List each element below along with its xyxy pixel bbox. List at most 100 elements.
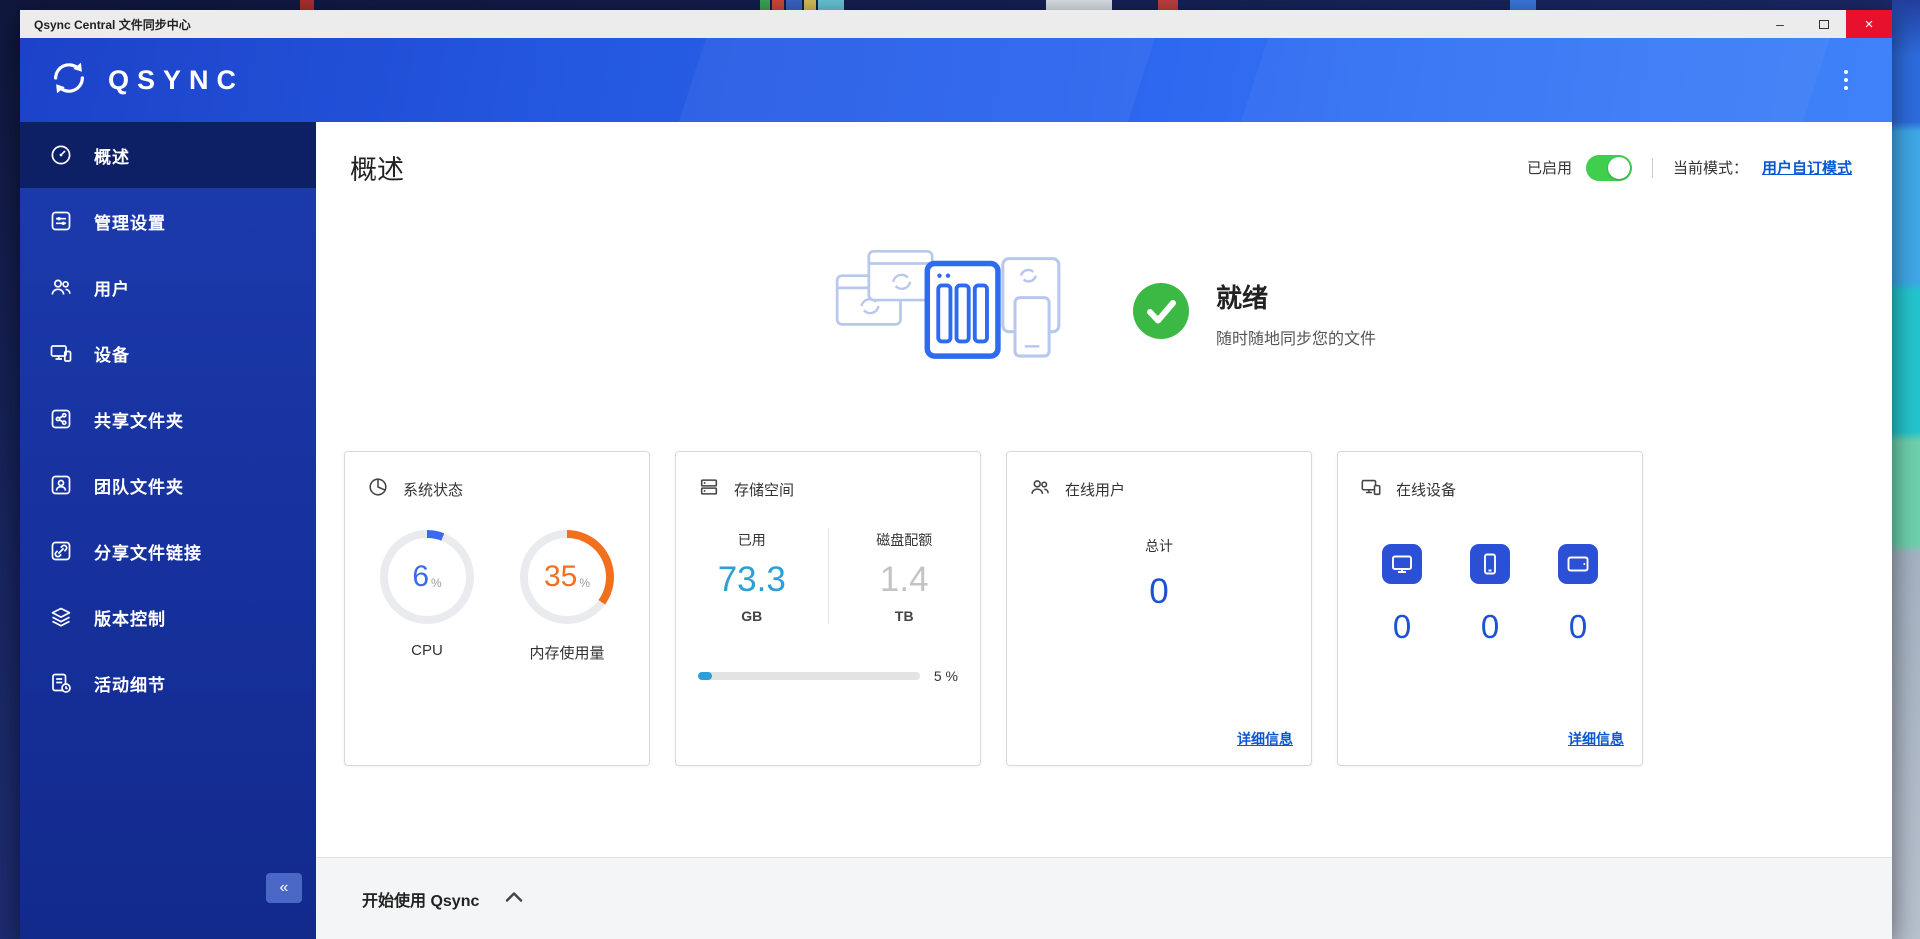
- storage-quota: 磁盘配额 1.4 TB: [828, 528, 981, 624]
- divider: [1652, 158, 1653, 178]
- wallpaper-fragment: [760, 0, 770, 10]
- card-title: 系统状态: [403, 479, 463, 500]
- more-options-button[interactable]: [1828, 70, 1864, 90]
- progress-track: [698, 672, 920, 680]
- phone-icon: [1470, 544, 1510, 584]
- progress-fill: [698, 672, 712, 680]
- app-name: QSYNC: [108, 65, 244, 96]
- sidebar-item-activity-details[interactable]: 活动细节: [20, 650, 316, 716]
- used-value: 73.3: [676, 560, 828, 600]
- overview-cards: 系统状态 6 % CPU: [344, 451, 1852, 766]
- online-users-card: 在线用户 总计 0 详细信息: [1006, 451, 1312, 766]
- window-controls: – ×: [1758, 10, 1892, 38]
- wallpaper-fragment: [818, 0, 844, 10]
- computer-count-column: 0: [1380, 544, 1424, 646]
- sidebar-item-management-settings[interactable]: 管理设置: [20, 188, 316, 254]
- hero-section: 就绪 随时随地同步您的文件: [344, 229, 1852, 397]
- phone-count-column: 0: [1468, 544, 1512, 646]
- sidebar-item-overview[interactable]: 概述: [20, 122, 316, 188]
- wallpaper-fragment: [1158, 0, 1178, 10]
- minimize-button[interactable]: –: [1758, 10, 1802, 38]
- tablet-count-column: 0: [1556, 544, 1600, 646]
- quota-label: 磁盘配额: [829, 530, 981, 550]
- share-folder-icon: [48, 406, 74, 432]
- titlebar: Qsync Central 文件同步中心 – ×: [20, 10, 1892, 38]
- sidebar-item-label: 共享文件夹: [94, 407, 184, 432]
- sidebar-item-label: 管理设置: [94, 209, 166, 234]
- used-unit: GB: [676, 608, 828, 624]
- used-label: 已用: [676, 530, 828, 550]
- cpu-value: 6: [412, 560, 429, 594]
- enabled-toggle[interactable]: [1586, 155, 1632, 181]
- sidebar-item-share-file-links[interactable]: 分享文件链接: [20, 518, 316, 584]
- activity-log-icon: [48, 670, 74, 696]
- online-devices-card: 在线设备 0: [1337, 451, 1643, 766]
- top-controls: 已启用 当前模式： 用户自订模式: [1527, 155, 1852, 181]
- memory-value: 35: [544, 560, 577, 594]
- pie-chart-icon: [367, 476, 389, 502]
- success-check-icon: [1132, 282, 1190, 345]
- team-folder-icon: [48, 472, 74, 498]
- devices-icon: [1360, 476, 1382, 502]
- main-header-row: 概述 已启用 当前模式： 用户自订模式: [344, 122, 1852, 187]
- card-title: 存储空间: [734, 479, 794, 500]
- devices-details-link[interactable]: 详细信息: [1568, 729, 1624, 749]
- enabled-label: 已启用: [1527, 157, 1572, 178]
- storage-card: 存储空间 已用 73.3 GB 磁盘配额 1.4 TB: [675, 451, 981, 766]
- memory-gauge: 35 % 内存使用量: [520, 530, 614, 663]
- getting-started-bar[interactable]: 开始使用 Qsync: [316, 857, 1892, 939]
- link-icon: [48, 538, 74, 564]
- wallpaper-fragment: [1046, 0, 1112, 10]
- app-header: QSYNC: [20, 38, 1892, 122]
- sidebar-item-version-control[interactable]: 版本控制: [20, 584, 316, 650]
- main-content: 概述 已启用 当前模式： 用户自订模式: [316, 122, 1892, 939]
- sidebar-item-label: 版本控制: [94, 605, 166, 630]
- cpu-unit: %: [431, 576, 442, 590]
- online-users-count: 0: [1007, 572, 1311, 612]
- wallpaper-right-strip: [1892, 0, 1920, 939]
- mode-link[interactable]: 用户自订模式: [1762, 157, 1852, 178]
- users-icon: [48, 274, 74, 300]
- tablet-count: 0: [1556, 608, 1600, 646]
- cpu-gauge: 6 % CPU: [380, 530, 474, 663]
- memory-unit: %: [579, 576, 590, 590]
- total-label: 总计: [1007, 536, 1311, 556]
- window-title: Qsync Central 文件同步中心: [34, 16, 191, 33]
- sliders-icon: [48, 208, 74, 234]
- sync-status: 就绪 随时随地同步您的文件: [1132, 278, 1376, 349]
- sidebar-item-label: 团队文件夹: [94, 473, 184, 498]
- sidebar-collapse-button[interactable]: «: [266, 873, 302, 903]
- maximize-icon: [1819, 20, 1829, 29]
- qsync-central-window: Qsync Central 文件同步中心 – × QSYNC: [20, 10, 1892, 939]
- users-details-link[interactable]: 详细信息: [1237, 729, 1293, 749]
- sidebar: 概述 管理设置 用户: [20, 122, 316, 939]
- getting-started-label: 开始使用 Qsync: [362, 887, 479, 911]
- layers-icon: [48, 604, 74, 630]
- sidebar-item-devices[interactable]: 设备: [20, 320, 316, 386]
- quota-value: 1.4: [829, 560, 981, 600]
- chevron-up-icon[interactable]: [505, 890, 523, 908]
- sidebar-item-label: 活动细节: [94, 671, 166, 696]
- storage-usage-bar: 5 %: [698, 668, 958, 684]
- status-title: 就绪: [1216, 278, 1376, 315]
- card-title: 在线用户: [1065, 479, 1125, 500]
- sidebar-item-team-folders[interactable]: 团队文件夹: [20, 452, 316, 518]
- page-title: 概述: [350, 148, 404, 187]
- sidebar-item-label: 分享文件链接: [94, 539, 202, 564]
- overview-icon: [48, 142, 74, 168]
- users-icon: [1029, 476, 1051, 502]
- devices-icon: [48, 340, 74, 366]
- wallpaper-fragment: [786, 0, 802, 10]
- close-button[interactable]: ×: [1846, 10, 1892, 38]
- system-status-card: 系统状态 6 % CPU: [344, 451, 650, 766]
- wallpaper-fragment: [772, 0, 784, 10]
- status-subtitle: 随时随地同步您的文件: [1216, 325, 1376, 349]
- sync-arrows-icon: [48, 57, 90, 104]
- wallpaper-fragment: [1510, 0, 1536, 10]
- computer-icon: [1382, 544, 1422, 584]
- sidebar-item-users[interactable]: 用户: [20, 254, 316, 320]
- sidebar-item-label: 设备: [94, 341, 130, 366]
- devices-sync-illustration: [820, 244, 1076, 383]
- maximize-button[interactable]: [1802, 10, 1846, 38]
- sidebar-item-shared-folders[interactable]: 共享文件夹: [20, 386, 316, 452]
